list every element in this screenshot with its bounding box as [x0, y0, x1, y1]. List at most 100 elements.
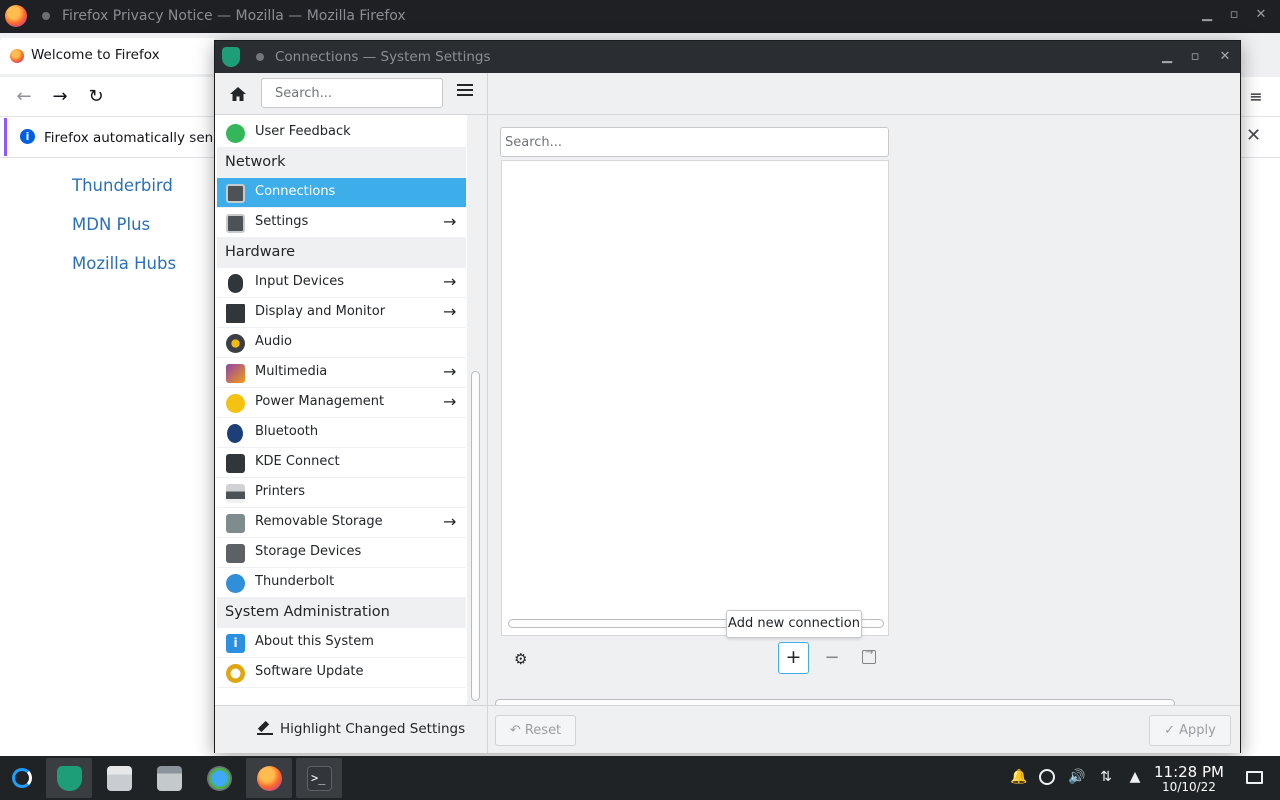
notification-bell-icon[interactable]: 🔔: [1010, 769, 1027, 785]
back-arrow-icon[interactable]: ←: [12, 85, 36, 109]
reset-label: Reset: [524, 723, 562, 738]
sidebar-item-label: Thunderbolt: [255, 574, 335, 589]
gear-icon[interactable]: ⚙: [514, 651, 530, 667]
sidebar-item-user-feedback[interactable]: User Feedback: [217, 118, 466, 148]
connections-search-input[interactable]: [500, 127, 889, 157]
sidebar-item-audio[interactable]: Audio: [217, 328, 466, 358]
application-launcher-button[interactable]: [2, 758, 42, 798]
sidebar-footer: Highlight Changed Settings: [215, 705, 487, 753]
forward-arrow-icon[interactable]: →: [48, 85, 72, 109]
sidebar-item-removable-storage[interactable]: Removable Storage →: [217, 508, 466, 538]
connections-main-pane: Add new connection ⚙ + −: [488, 115, 1240, 705]
arrow-right-icon: →: [443, 512, 457, 531]
maximize-icon[interactable]: ▫: [1225, 6, 1243, 24]
sidebar-item-multimedia[interactable]: Multimedia →: [217, 358, 466, 388]
power-icon: [226, 394, 245, 413]
taskbar-firefox[interactable]: [246, 758, 292, 798]
pen-icon: [257, 721, 273, 735]
minimize-icon[interactable]: ▁: [1158, 48, 1176, 66]
firefox-icon: [257, 766, 282, 791]
link-mozilla-hubs[interactable]: Mozilla Hubs: [72, 254, 176, 273]
globe-settings-icon: [207, 766, 232, 791]
sidebar-item-connections[interactable]: Connections: [217, 178, 466, 208]
apply-label: Apply: [1179, 723, 1216, 738]
hamburger-menu-icon[interactable]: [457, 84, 473, 100]
sidebar-item-kde-connect[interactable]: KDE Connect: [217, 448, 466, 478]
sidebar-item-power-management[interactable]: Power Management →: [217, 388, 466, 418]
taskbar-system-settings[interactable]: [46, 758, 92, 798]
sidebar-item-software-update[interactable]: Software Update: [217, 658, 466, 688]
clock[interactable]: 11:28 PM 10/10/22: [1148, 764, 1230, 794]
link-thunderbird[interactable]: Thunderbird: [72, 176, 173, 195]
mouse-icon: [228, 274, 243, 293]
sidebar-item-network-settings[interactable]: Settings →: [217, 208, 466, 238]
bluetooth-icon: [227, 424, 243, 443]
network-connections-icon: [226, 184, 245, 203]
taskbar-konsole[interactable]: >_: [296, 758, 342, 798]
kde-connect-icon: [226, 454, 245, 473]
hamburger-menu-icon[interactable]: ≡: [1244, 85, 1268, 109]
settings-titlebar: Connections — System Settings ▁ ▫ ✕: [215, 41, 1240, 73]
main-header: [488, 73, 1240, 115]
link-mdn-plus[interactable]: MDN Plus: [72, 215, 150, 234]
software-update-icon: [226, 664, 245, 683]
highlight-changed-settings-button[interactable]: Highlight Changed Settings: [257, 721, 465, 737]
home-icon[interactable]: [227, 83, 249, 105]
arrow-right-icon: →: [443, 392, 457, 411]
close-icon[interactable]: ✕: [1252, 6, 1270, 24]
reload-icon[interactable]: ↻: [84, 85, 108, 109]
multimedia-icon: [226, 364, 245, 383]
notification-close-icon[interactable]: ✕: [1246, 125, 1261, 146]
window-dot-icon: [256, 53, 264, 61]
arrow-right-icon: →: [443, 362, 457, 381]
arrow-right-icon: →: [443, 272, 457, 291]
sidebar-item-display-monitor[interactable]: Display and Monitor →: [217, 298, 466, 328]
arrow-right-icon: →: [443, 212, 457, 231]
taskbar-browser-globe[interactable]: [196, 758, 242, 798]
firefox-logo-icon: [5, 5, 27, 27]
reset-button[interactable]: ↶ Reset: [495, 715, 576, 746]
apply-button[interactable]: ✓ Apply: [1149, 715, 1231, 746]
sidebar-item-label: KDE Connect: [255, 454, 340, 469]
network-icon[interactable]: ⇅: [1098, 769, 1114, 785]
sidebar-item-label: Power Management: [255, 394, 385, 409]
main-footer: ↶ Reset ✓ Apply: [488, 705, 1240, 753]
add-connection-button[interactable]: +: [778, 642, 809, 674]
sidebar-item-label: User Feedback: [255, 124, 351, 139]
connections-list[interactable]: [501, 160, 889, 636]
volume-icon[interactable]: 🔊: [1068, 769, 1085, 785]
maximize-icon[interactable]: ▫: [1186, 48, 1204, 66]
notification-text: Firefox automatically sends: [44, 130, 229, 146]
sidebar-item-bluetooth[interactable]: Bluetooth: [217, 418, 466, 448]
tab-welcome[interactable]: Welcome to Firefox: [0, 38, 216, 74]
taskbar: >_ 🔔 🔊 ⇅ ▲ 11:28 PM 10/10/22: [0, 756, 1280, 800]
remove-connection-button[interactable]: −: [824, 647, 840, 668]
steam-icon[interactable]: [1039, 769, 1055, 785]
storage-devices-icon: [226, 544, 245, 563]
firefox-window-title: Firefox Privacy Notice — Mozilla — Mozil…: [62, 8, 406, 24]
sidebar-item-label: Removable Storage: [255, 514, 383, 529]
export-connection-icon[interactable]: [862, 647, 876, 664]
speaker-icon: [226, 334, 245, 353]
settings-sidebar: User Feedback Network Connections Settin…: [215, 115, 467, 705]
sidebar-item-label: Connections: [255, 184, 336, 199]
category-system-administration: System Administration: [217, 598, 466, 628]
sidebar-item-printers[interactable]: Printers: [217, 478, 466, 508]
sidebar-item-label: Audio: [255, 334, 292, 349]
sidebar-scrollbar[interactable]: [471, 371, 480, 701]
sidebar-item-label: Storage Devices: [255, 544, 362, 559]
sidebar-item-thunderbolt[interactable]: Thunderbolt: [217, 568, 466, 598]
close-icon[interactable]: ✕: [1216, 48, 1234, 66]
sidebar-item-input-devices[interactable]: Input Devices →: [217, 268, 466, 298]
minimize-icon[interactable]: ▁: [1198, 6, 1216, 24]
show-desktop-icon[interactable]: [1246, 771, 1263, 784]
feedback-icon: [226, 124, 245, 143]
sidebar-item-storage-devices[interactable]: Storage Devices: [217, 538, 466, 568]
taskbar-discover[interactable]: [96, 758, 142, 798]
expand-tray-icon[interactable]: ▲: [1127, 769, 1143, 785]
highlight-label: Highlight Changed Settings: [280, 721, 466, 737]
arrow-right-icon: →: [443, 302, 457, 321]
taskbar-file-manager[interactable]: [146, 758, 192, 798]
sidebar-item-about-system[interactable]: i About this System: [217, 628, 466, 658]
sidebar-search-input[interactable]: [261, 78, 443, 108]
